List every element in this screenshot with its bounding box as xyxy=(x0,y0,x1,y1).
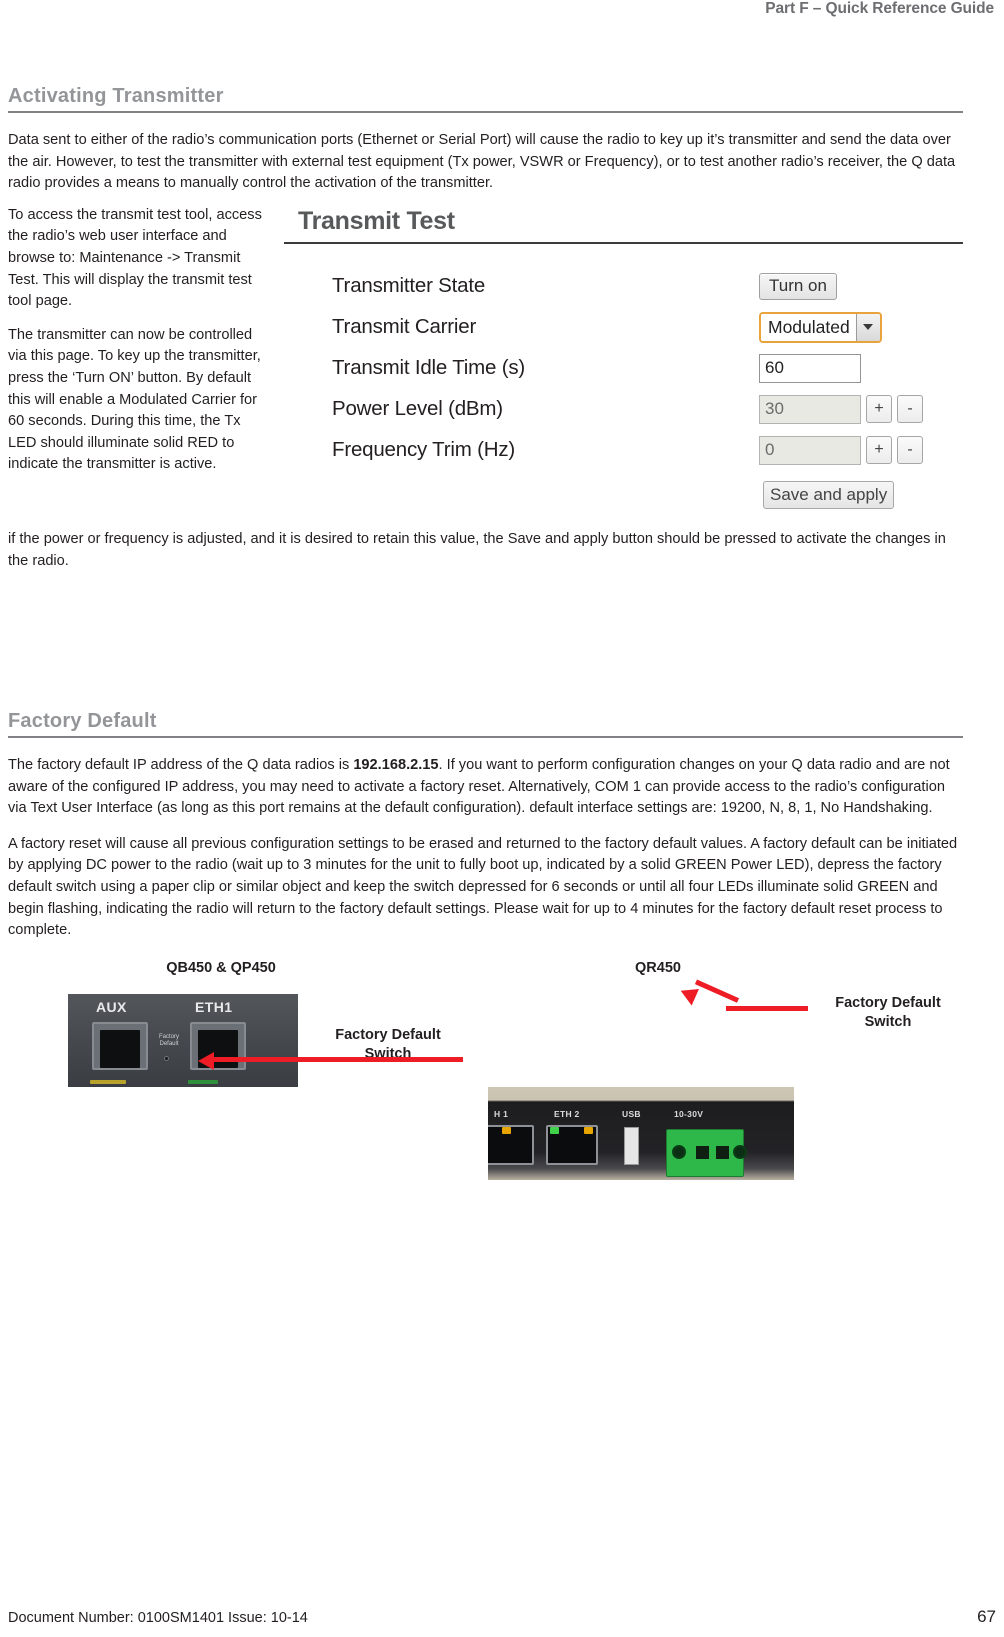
document-page: Part F – Quick Reference Guide Activatin… xyxy=(0,0,1004,1637)
transmit-test-control-paragraph: The transmitter can now be controlled vi… xyxy=(8,326,261,473)
page-footer: Document Number: 0100SM1401 Issue: 10-14… xyxy=(8,1607,996,1627)
eth1-port-icon-qr xyxy=(488,1124,534,1165)
transmit-test-title-rule xyxy=(284,241,963,244)
transmit-test-panel: Transmit Test Transmitter State Turn on xyxy=(284,204,963,510)
usb-port-icon-qr xyxy=(624,1126,639,1165)
power-level-decrement-button[interactable]: - xyxy=(897,395,923,424)
callout-arrow-line-right xyxy=(726,1005,808,1011)
section-factory-default: Factory Default The factory default IP a… xyxy=(8,710,963,1180)
aux-connector-icon xyxy=(92,1021,148,1070)
save-button-holder: Save and apply xyxy=(763,480,963,510)
footer-page-number: 67 xyxy=(977,1607,996,1626)
factory-default-text-before: The factory default IP address of the Q … xyxy=(8,757,354,773)
figure-qb450-qp450: QB450 & QP450 xyxy=(96,960,346,976)
photo-qb450-rear-panel: AUX ETH1 Factory Default xyxy=(68,993,298,1087)
transmit-test-form: Transmitter State Turn on Transmit Carri… xyxy=(284,266,963,471)
form-row-power-level: Power Level (dBm) + - xyxy=(332,389,959,430)
form-row-transmit-carrier: Transmit Carrier Modulated xyxy=(332,307,959,348)
form-row-frequency-trim: Frequency Trim (Hz) + - xyxy=(332,430,959,471)
transmit-test-access-paragraph: To access the transmit test tool, access… xyxy=(8,206,262,310)
footer-document-number: Document Number: 0100SM1401 Issue: 10-14 xyxy=(8,1610,308,1626)
save-row-spacer xyxy=(332,481,763,510)
callout-arrow-head-left xyxy=(198,1051,214,1070)
section-title-activating-transmitter: Activating Transmitter xyxy=(8,85,963,113)
photo-label-eth2-qr: ETH 2 xyxy=(554,1108,580,1119)
transmit-carrier-selected-value: Modulated xyxy=(761,313,856,341)
activating-intro-paragraph: Data sent to either of the radio’s commu… xyxy=(8,132,956,192)
transmit-carrier-select[interactable]: Modulated xyxy=(759,311,882,343)
photo-qr450-rear-panel: H 1 ETH 2 USB 10-30V xyxy=(488,1086,794,1180)
led-indicator-amber xyxy=(90,1079,126,1084)
led-eth2-green xyxy=(550,1126,559,1134)
transmit-test-right-column: Transmit Test Transmitter State Turn on xyxy=(284,204,963,510)
photo-label-aux: AUX xyxy=(96,998,127,1015)
photo-label-eth1: ETH1 xyxy=(195,998,233,1015)
turn-on-button[interactable]: Turn on xyxy=(759,273,837,300)
transmit-test-two-column-block: To access the transmit test tool, access… xyxy=(8,204,963,510)
annotation-factory-default-switch-right: Factory Default Switch xyxy=(835,994,941,1031)
transmit-test-left-column: To access the transmit test tool, access… xyxy=(8,205,284,488)
label-transmit-idle-time: Transmit Idle Time (s) xyxy=(332,356,526,380)
photo-label-power-qr: 10-30V xyxy=(674,1108,704,1119)
factory-default-paragraph-2: A factory reset will cause all previous … xyxy=(8,835,958,939)
frequency-trim-decrement-button[interactable]: - xyxy=(897,436,923,465)
control-power-level: + - xyxy=(759,394,959,424)
label-frequency-trim: Frequency Trim (Hz) xyxy=(332,438,516,462)
frequency-trim-increment-button[interactable]: + xyxy=(866,436,892,465)
transmit-idle-time-input[interactable] xyxy=(759,353,861,383)
form-row-transmit-idle-time: Transmit Idle Time (s) xyxy=(332,348,959,389)
section-activating-transmitter: Activating Transmitter Data sent to eith… xyxy=(8,85,963,587)
transmit-test-save-row: Save and apply xyxy=(284,480,963,510)
control-transmit-carrier: Modulated xyxy=(759,311,959,343)
led-eth2-amber xyxy=(584,1126,593,1134)
control-transmitter-state: Turn on xyxy=(759,273,959,300)
transmit-test-panel-title: Transmit Test xyxy=(298,206,455,235)
figure-caption-qr450: QR450 xyxy=(635,959,681,976)
figure-caption-qb450: QB450 & QP450 xyxy=(166,959,276,976)
factory-default-paragraph-1: The factory default IP address of the Q … xyxy=(8,755,963,820)
terminal-screw-1 xyxy=(672,1144,686,1159)
led-indicator-green xyxy=(188,1079,218,1084)
terminal-slot-2 xyxy=(716,1145,729,1159)
factory-default-pinhole-icon xyxy=(164,1055,169,1061)
photo-label-factory-default: Factory Default xyxy=(158,1033,179,1047)
terminal-slot-1 xyxy=(696,1145,709,1159)
led-eth1-amber xyxy=(502,1126,511,1134)
form-row-transmitter-state: Transmitter State Turn on xyxy=(332,266,959,307)
photo-label-eth1-qr: H 1 xyxy=(494,1108,509,1119)
callout-arrow-line-left xyxy=(213,1056,463,1062)
section-title-factory-default: Factory Default xyxy=(8,710,963,738)
power-level-input[interactable] xyxy=(759,394,861,424)
photo-label-usb-qr: USB xyxy=(622,1108,641,1119)
chevron-down-icon[interactable] xyxy=(855,313,880,341)
figure-qr450: QR450 xyxy=(568,960,748,976)
label-transmit-carrier: Transmit Carrier xyxy=(332,315,477,339)
control-frequency-trim: + - xyxy=(759,435,959,465)
power-level-increment-button[interactable]: + xyxy=(866,395,892,424)
callout-arrow-diagonal-right xyxy=(694,979,740,1003)
running-header: Part F – Quick Reference Guide xyxy=(765,0,994,17)
save-and-apply-button[interactable]: Save and apply xyxy=(763,480,895,510)
factory-default-figures: QB450 & QP450 AUX ETH1 Factory Default F… xyxy=(8,960,963,1180)
label-transmitter-state: Transmitter State xyxy=(332,274,486,298)
label-power-level: Power Level (dBm) xyxy=(332,397,503,421)
control-transmit-idle-time xyxy=(759,353,959,383)
activating-closing-paragraph: if the power or frequency is adjusted, a… xyxy=(8,531,946,569)
frequency-trim-input[interactable] xyxy=(759,435,861,465)
callout-arrow-head-right xyxy=(677,982,699,1006)
factory-default-ip-address: 192.168.2.15 xyxy=(353,757,439,773)
terminal-screw-2 xyxy=(733,1144,747,1159)
